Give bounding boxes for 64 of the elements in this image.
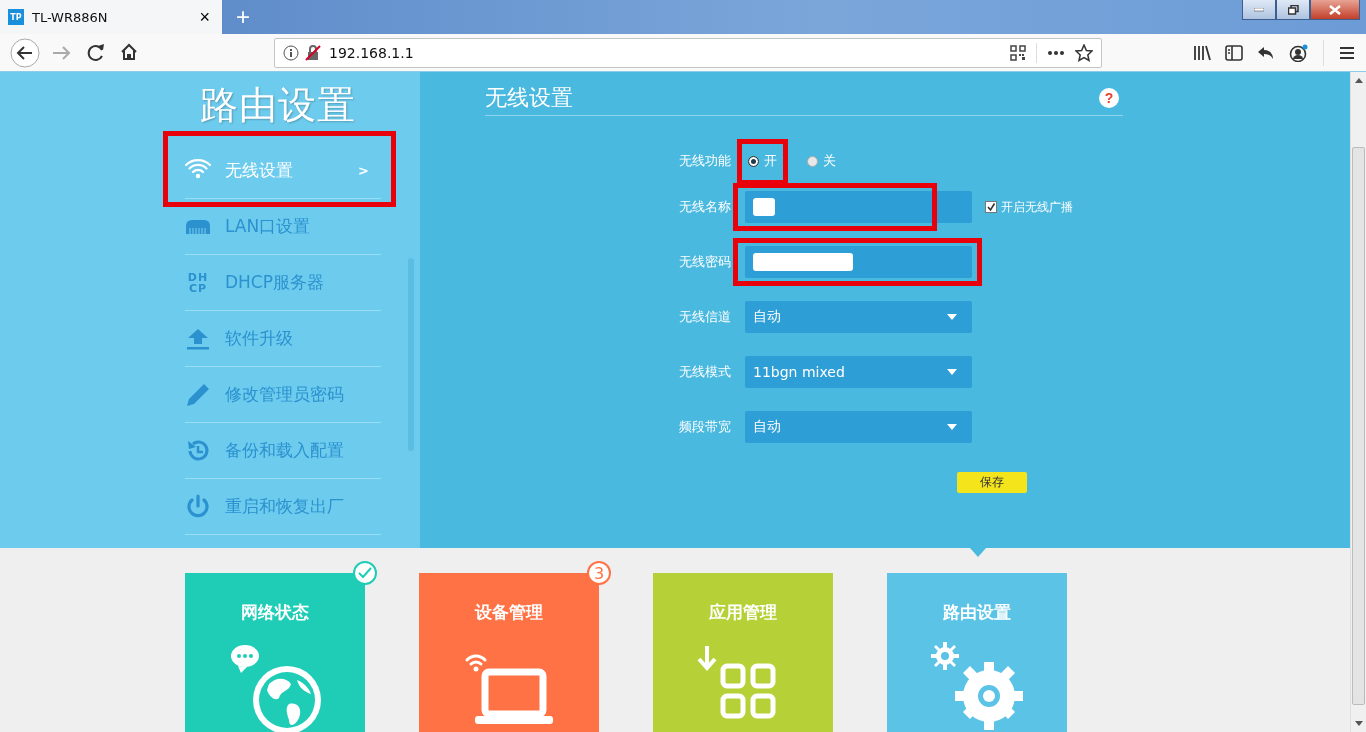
minimize-button[interactable] (1242, 0, 1276, 20)
undo-arrow-icon[interactable] (1257, 44, 1275, 61)
field-label: 频段带宽 (678, 418, 731, 436)
back-button[interactable] (10, 37, 40, 68)
tab-close-button[interactable]: × (195, 6, 214, 28)
field-label: 无线模式 (678, 363, 731, 381)
nav-tile[interactable]: 网络状态 (185, 573, 365, 732)
count-badge: 3 (587, 561, 611, 585)
tab-title: TL-WR886N (32, 9, 109, 25)
check-badge (353, 561, 377, 585)
password-field[interactable] (745, 246, 972, 278)
menu-icon[interactable] (1338, 44, 1356, 61)
star-icon[interactable] (1075, 43, 1093, 62)
field-label: 无线功能 (678, 152, 731, 170)
caret-icon (946, 313, 958, 321)
new-tab-button[interactable]: + (230, 2, 256, 32)
name-field[interactable] (745, 191, 972, 223)
restore-icon (1287, 4, 1299, 15)
more-icon[interactable] (1047, 49, 1065, 56)
sidebar-icon[interactable] (1225, 44, 1243, 61)
power-icon (185, 493, 211, 520)
restore-button[interactable] (1276, 0, 1310, 20)
address-bar[interactable]: 192.168.1.1 (274, 37, 1102, 68)
save-button[interactable]: 保存 (957, 472, 1027, 493)
menu-item[interactable]: LAN口设置 (185, 199, 381, 255)
url-text: 192.168.1.1 (329, 44, 415, 61)
tab-favicon: TP (8, 9, 24, 25)
history-icon (185, 437, 211, 464)
browser-tab[interactable]: TP TL-WR886N × (0, 0, 222, 34)
lock-icon (305, 44, 321, 61)
nav-tile[interactable]: 路由设置 (887, 573, 1067, 732)
menu-item[interactable]: DH CP DHCP服务器 (185, 255, 381, 311)
radio-option[interactable]: 关 (804, 150, 839, 172)
dropdown[interactable]: 自动 (745, 411, 972, 443)
menu-item[interactable]: 备份和载入配置 (185, 423, 381, 479)
nav-tile[interactable]: 应用管理 (653, 573, 833, 732)
scrollbar-thumb[interactable] (1352, 147, 1365, 705)
field-label: 无线信道 (678, 308, 731, 326)
info-icon[interactable] (283, 44, 299, 61)
menu-item[interactable]: 无线设置 > (185, 143, 381, 199)
close-icon[interactable] (1310, 0, 1360, 20)
field-label: 无线密码 (678, 253, 731, 271)
chevron-icon: > (358, 163, 369, 178)
field-label: 无线名称 (678, 198, 731, 216)
broadcast-checkbox[interactable]: 开启无线广播 (985, 198, 1073, 216)
dropdown[interactable]: 自动 (745, 301, 972, 333)
menu-item[interactable]: 重启和恢复出厂 (185, 479, 381, 535)
help-button[interactable]: ? (1099, 87, 1119, 108)
menu-item[interactable]: 软件升级 (185, 311, 381, 367)
pencil-icon (185, 381, 211, 408)
caret-icon (946, 423, 958, 431)
caret-icon (946, 368, 958, 376)
section-title: 无线设置 (485, 83, 573, 112)
checkmark-icon (986, 202, 996, 212)
qr-code-icon[interactable] (1010, 44, 1026, 61)
dhcp-icon: DH CP (187, 271, 209, 294)
menu-item[interactable]: 修改管理员密码 (185, 367, 381, 423)
page-heading: 路由设置 (199, 82, 357, 129)
radio-option[interactable]: 开 (745, 150, 780, 172)
account-icon[interactable] (1289, 43, 1309, 62)
minimize-icon (1254, 7, 1264, 12)
dropdown[interactable]: 11bgn mixed (745, 356, 972, 388)
library-icon[interactable] (1193, 44, 1211, 61)
back-icon (10, 37, 40, 68)
